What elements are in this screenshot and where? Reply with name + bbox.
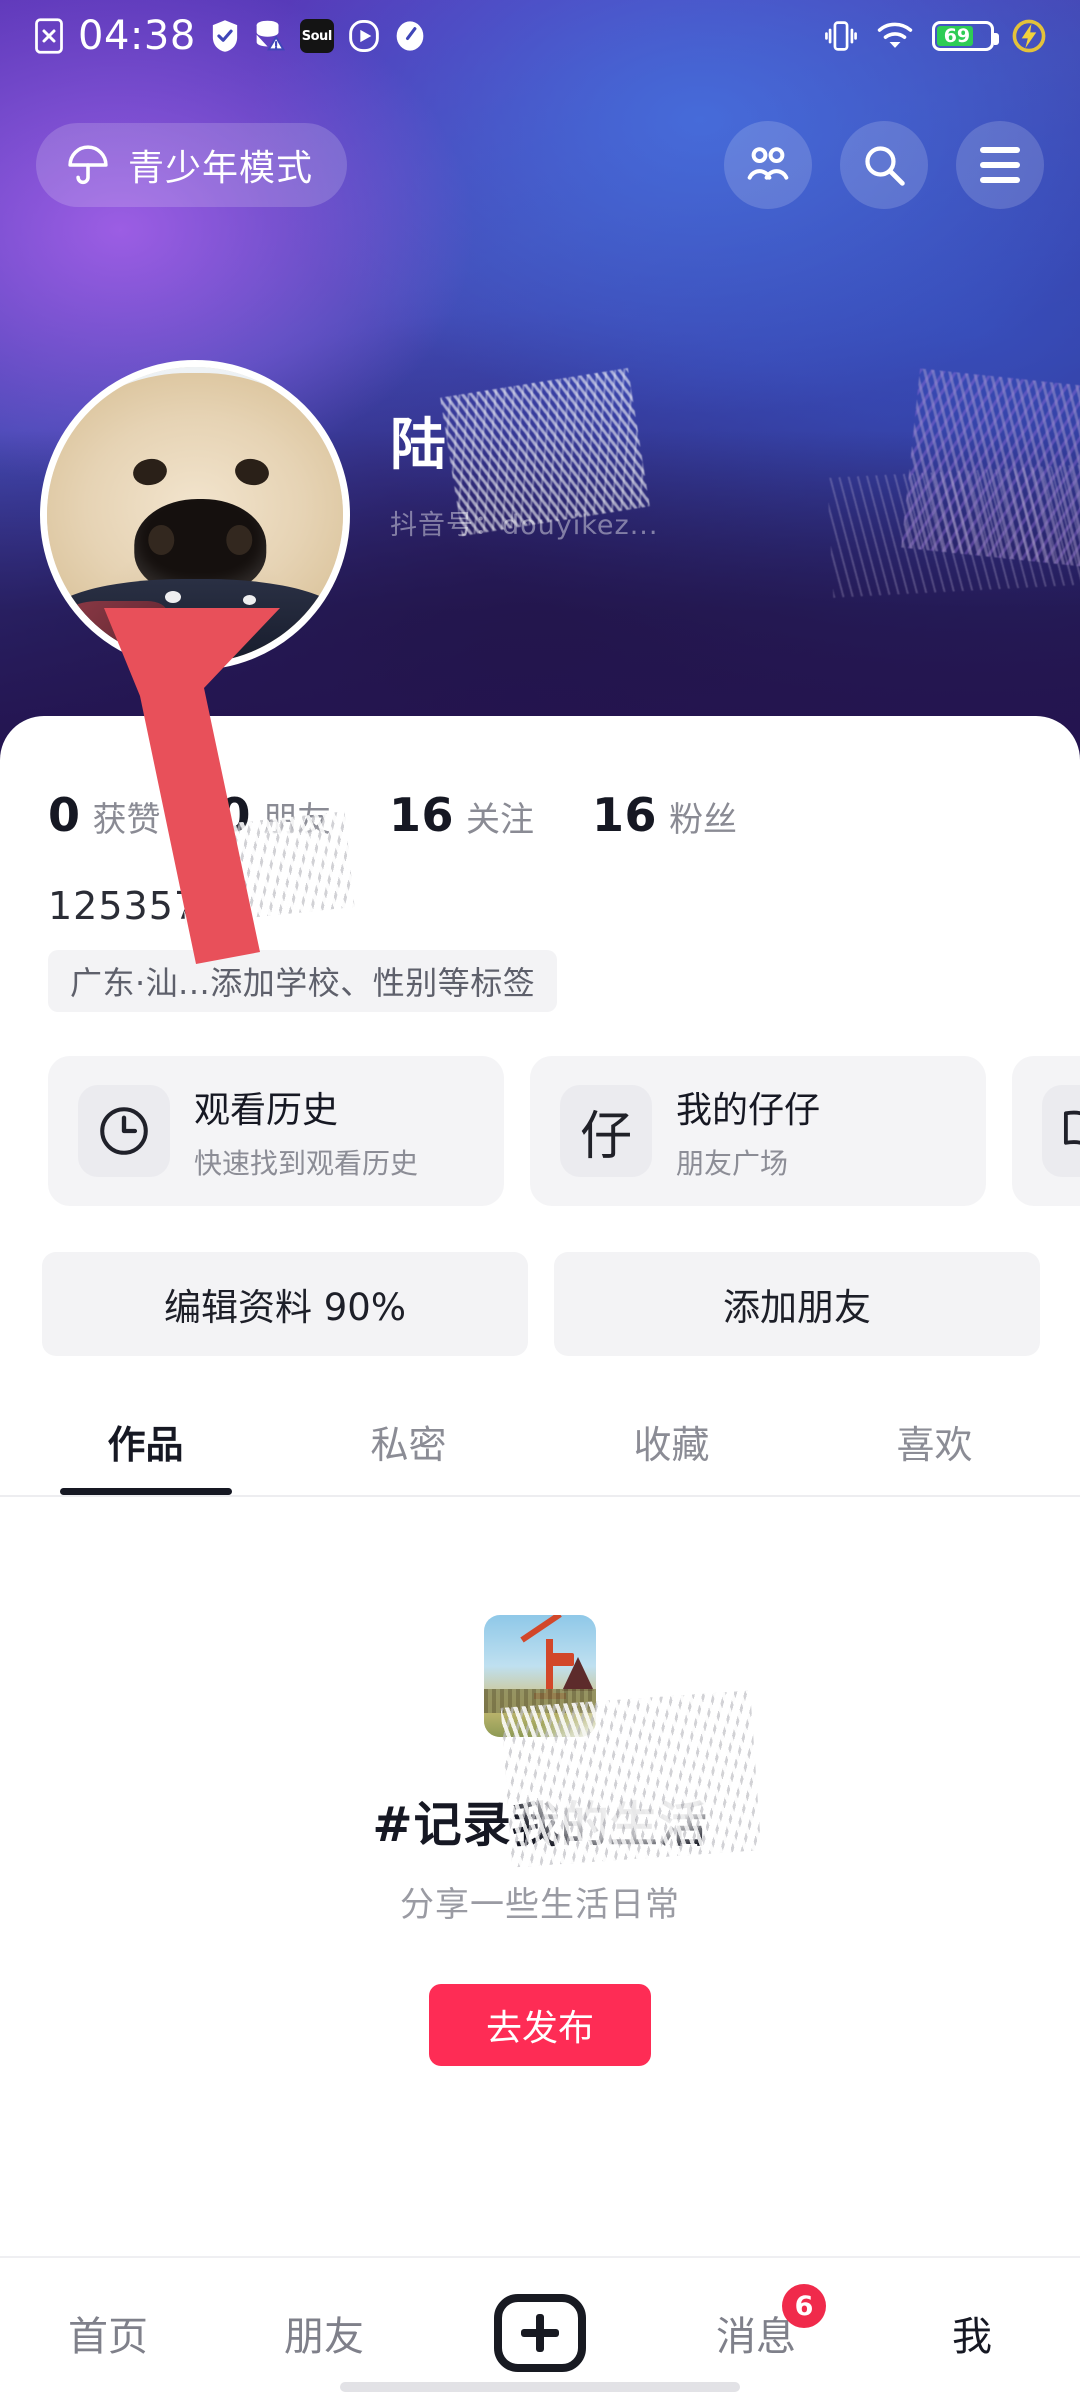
username-text: 陆 <box>390 413 448 478</box>
teen-mode-button[interactable]: 青少年模式 <box>36 123 348 207</box>
home-indicator <box>340 2382 740 2392</box>
empty-state-title: #记录我的生活 <box>372 1690 762 1868</box>
add-friend-button[interactable]: 添加朋友 <box>554 1252 1040 1356</box>
profile-top-nav: 青少年模式 <box>0 110 1080 220</box>
card-subtitle: 朋友广场 <box>676 1146 789 1180</box>
zaizai-icon-char: 仔 <box>579 1106 632 1167</box>
battery-percent: 69 <box>943 25 971 47</box>
bookmarks-card[interactable] <box>1012 1056 1080 1206</box>
quick-actions-row: 观看历史 快速找到观看历史 仔 我的仔仔 朋友广场 <box>0 1012 1080 1206</box>
fast-charge-icon <box>1012 19 1046 53</box>
profile-action-buttons: 编辑资料 90% 添加朋友 <box>0 1206 1080 1356</box>
card-subtitle: 快速找到观看历史 <box>194 1146 419 1180</box>
douyin-profile-screen: 04:38 Soul 69 青少年模式 陆 抖音号：douyikez... 0 … <box>0 0 1080 2408</box>
status-bar-right: 69 <box>824 19 1046 53</box>
status-time: 04:38 <box>78 13 196 59</box>
stat-label: 粉丝 <box>669 800 738 840</box>
vibrate-icon <box>824 20 858 52</box>
hamburger-menu-icon <box>980 147 1020 183</box>
go-publish-button[interactable]: 去发布 <box>429 1984 651 2066</box>
profile-identity: 陆 抖音号：douyikez... <box>390 368 1080 598</box>
my-zaizai-card[interactable]: 仔 我的仔仔 朋友广场 <box>530 1056 986 1206</box>
tab-private[interactable]: 私密 <box>277 1414 540 1495</box>
plus-button-icon <box>494 2294 586 2372</box>
battery-icon: 69 <box>932 21 999 51</box>
username: 陆 <box>390 368 1080 572</box>
stat-following[interactable]: 16 关注 <box>389 788 534 842</box>
status-bar: 04:38 Soul 69 <box>0 0 1080 72</box>
stat-value: 0 <box>48 788 81 842</box>
stat-value: 16 <box>389 788 455 842</box>
sim-card-off-icon <box>34 18 64 54</box>
edit-profile-label: 编辑资料 90% <box>164 1286 406 1329</box>
nav-label: 我 <box>952 2314 992 2360</box>
friends-icon <box>744 141 792 189</box>
tab-label: 喜欢 <box>896 1423 973 1467</box>
card-title: 观看历史 <box>194 1089 339 1131</box>
play-circle-icon <box>348 19 380 53</box>
tab-label: 收藏 <box>633 1423 710 1467</box>
menu-button[interactable] <box>956 121 1044 209</box>
empty-state: #记录我的生活 分享一些生活日常 去发布 <box>0 1497 1080 2066</box>
search-icon <box>860 141 908 189</box>
nav-label: 首页 <box>68 2314 148 2360</box>
book-icon <box>1042 1085 1080 1177</box>
search-button[interactable] <box>840 121 928 209</box>
user-handle: 抖音号：douyikez... <box>390 462 1080 598</box>
nav-profile[interactable]: 我 <box>864 2258 1080 2408</box>
messages-badge: 6 <box>782 2284 826 2328</box>
watch-history-card[interactable]: 观看历史 快速找到观看历史 <box>48 1056 504 1206</box>
card-title: 我的仔仔 <box>676 1089 821 1131</box>
tab-likes[interactable]: 喜欢 <box>803 1414 1066 1495</box>
annotation-arrow-icon <box>104 608 280 964</box>
tab-label: 作品 <box>107 1423 184 1467</box>
empty-state-subtitle: 分享一些生活日常 <box>400 1885 680 1925</box>
tab-favorites[interactable]: 收藏 <box>540 1414 803 1495</box>
nav-label: 朋友 <box>284 2314 364 2360</box>
stat-followers[interactable]: 16 粉丝 <box>592 788 737 842</box>
stat-label: 关注 <box>466 800 535 840</box>
umbrella-icon <box>66 143 110 187</box>
clock-icon <box>78 1085 170 1177</box>
zaizai-icon: 仔 <box>560 1085 652 1177</box>
speedometer-icon <box>394 19 426 53</box>
harbor-crane-thumbnail[interactable] <box>484 1615 596 1737</box>
soul-app-icon: Soul <box>299 19 334 53</box>
edit-profile-button[interactable]: 编辑资料 90% <box>42 1252 528 1356</box>
nav-home[interactable]: 首页 <box>0 2258 216 2408</box>
go-publish-label: 去发布 <box>485 2008 594 2049</box>
status-bar-left: 04:38 Soul <box>34 13 426 59</box>
friends-button[interactable] <box>724 121 812 209</box>
teen-mode-label: 青少年模式 <box>128 148 314 189</box>
wifi-icon <box>876 20 914 52</box>
top-nav-icons <box>724 121 1044 209</box>
tab-label: 私密 <box>370 1423 447 1467</box>
content-tabs: 作品 私密 收藏 喜欢 <box>0 1414 1080 1495</box>
data-warning-icon <box>254 19 286 53</box>
bottom-navigation: 首页 朋友 消息 6 我 <box>0 2256 1080 2408</box>
add-friend-label: 添加朋友 <box>723 1286 871 1329</box>
stat-value: 16 <box>592 788 658 842</box>
shield-check-icon <box>210 19 240 53</box>
tab-works[interactable]: 作品 <box>14 1414 277 1495</box>
